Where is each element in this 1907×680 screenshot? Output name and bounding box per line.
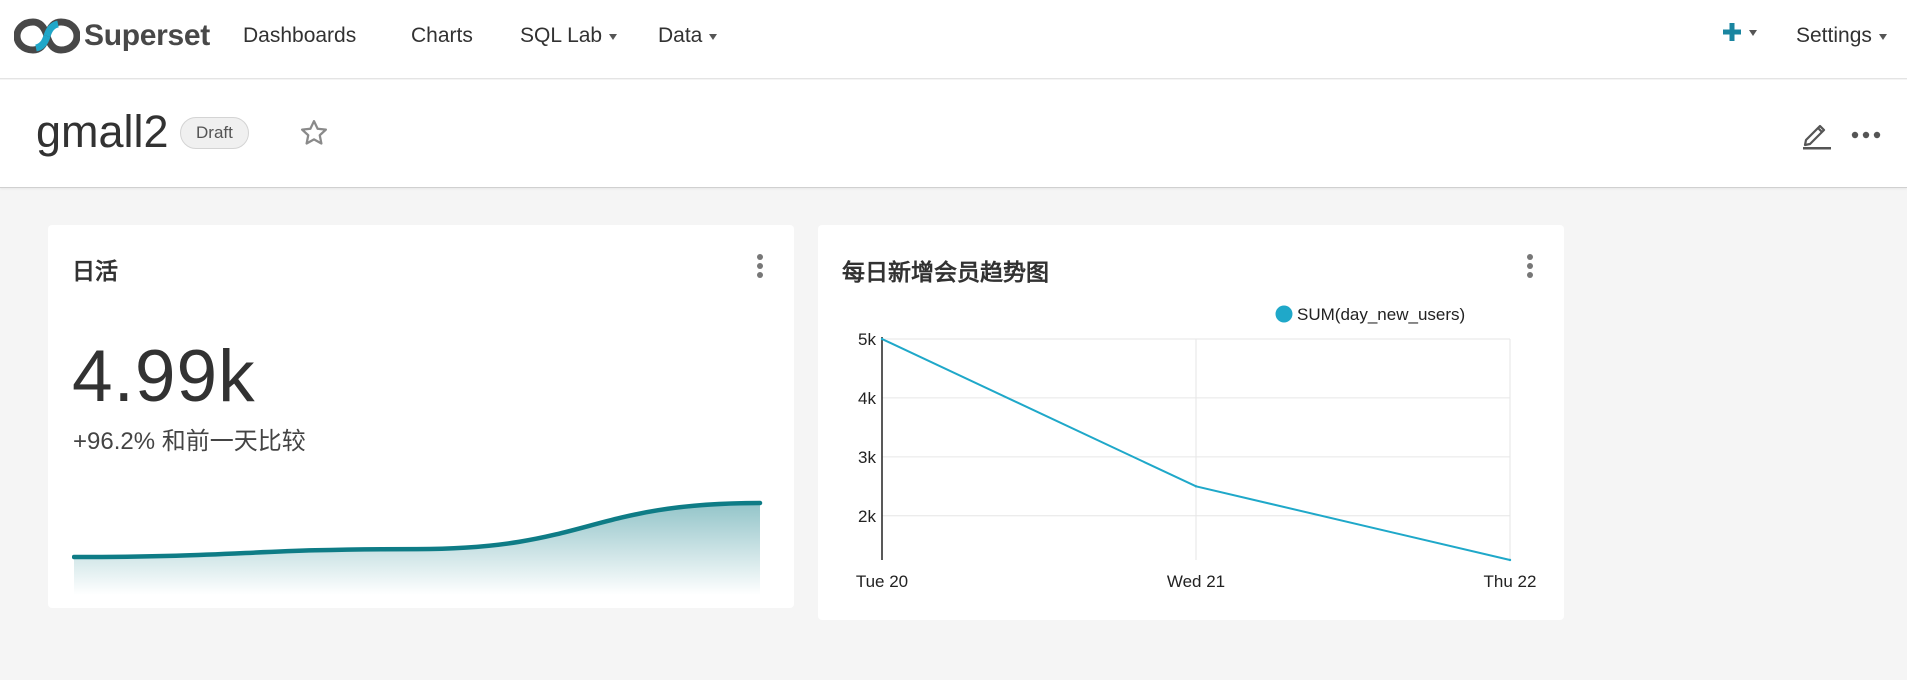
settings-label: Settings: [1796, 24, 1872, 47]
top-navbar: Superset Dashboards Charts SQL Lab Data …: [0, 0, 1907, 79]
nav-sql-lab-label: SQL Lab: [520, 24, 603, 47]
big-number-subheader: +96.2% 和前一天比较: [73, 428, 306, 455]
nav-data-label: Data: [658, 24, 703, 47]
line-chart-card: 每日新增会员趋势图 2k 3k 4k 5k Tue 20 Wed 21 Thu 22 SUM(…: [818, 225, 1564, 620]
nav-dashboards-label: Dashboards: [243, 24, 357, 47]
line-chart: 2k 3k 4k 5k Tue 20 Wed 21 Thu 22 SUM(day_new_us…: [856, 305, 1537, 591]
dashboard-header: gmall2 Draft: [0, 80, 1907, 188]
y-tick-label: 3k: [858, 448, 876, 467]
data-point: [1194, 485, 1198, 488]
big-number-value: 4.99k: [72, 336, 256, 417]
superset-logo[interactable]: Superset: [14, 16, 210, 56]
nav-dashboards[interactable]: Dashboards: [243, 24, 356, 48]
plus-icon: [1723, 23, 1741, 41]
nav-charts-label: Charts: [411, 24, 473, 47]
nav-charts[interactable]: Charts: [411, 24, 473, 48]
nav-data[interactable]: Data: [658, 24, 718, 48]
card-title: 日活: [72, 258, 118, 284]
status-badge[interactable]: Draft: [180, 117, 249, 149]
sparkline-chart: [72, 500, 763, 595]
chevron-down-icon: [1878, 34, 1887, 40]
chevron-down-icon: [1749, 30, 1757, 36]
y-tick-label: 5k: [858, 330, 876, 349]
settings-menu[interactable]: Settings: [1796, 24, 1887, 48]
card-menu-icon[interactable]: [756, 253, 764, 284]
data-point: [880, 337, 884, 341]
new-item-button[interactable]: [1722, 22, 1757, 42]
big-number-card: 日活 4.99k +96.2% 和前一天比较: [48, 225, 794, 608]
chevron-down-icon: [609, 34, 618, 40]
more-options-icon[interactable]: [1851, 126, 1881, 144]
favorite-star-icon[interactable]: [299, 118, 329, 153]
nav-sql-lab[interactable]: SQL Lab: [520, 24, 618, 48]
chevron-down-icon: [709, 34, 718, 40]
x-tick-label: Tue 20: [856, 572, 908, 591]
legend-marker: [1275, 305, 1293, 323]
edit-pencil-icon[interactable]: [1799, 116, 1833, 155]
x-tick-label: Wed 21: [1167, 572, 1225, 591]
dashboard-title[interactable]: gmall2: [36, 104, 169, 160]
x-tick-label: Thu 22: [1484, 572, 1537, 591]
legend-label: SUM(day_new_users): [1297, 305, 1465, 324]
y-tick-label: 4k: [858, 389, 876, 408]
superset-logo-icon: [14, 18, 80, 54]
data-point: [1508, 558, 1512, 562]
y-tick-label: 2k: [858, 507, 876, 526]
brand-name: Superset: [84, 19, 210, 52]
